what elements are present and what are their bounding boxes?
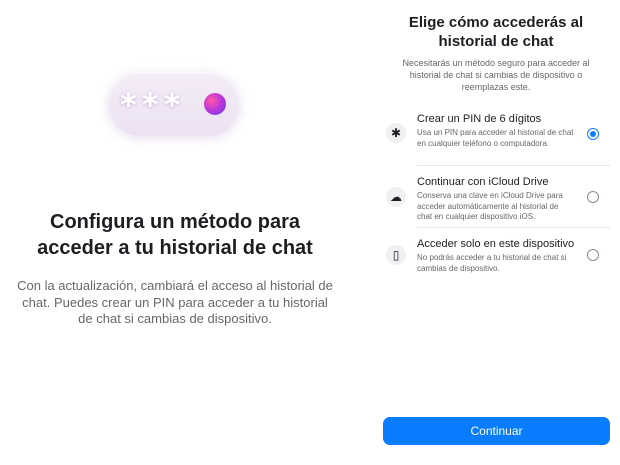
option-device-only[interactable]: ▯ Acceder solo en este dispositivo No po… (380, 236, 612, 276)
messenger-gradient-dot-icon (204, 93, 226, 115)
divider (417, 227, 610, 228)
pin-illustration: *** (108, 72, 240, 136)
method-subtitle: Necesitarás un método seguro para accede… (402, 58, 590, 92)
option-device-only-radio[interactable] (587, 249, 599, 261)
option-pin-label: Crear un PIN de 6 dígitos (417, 113, 542, 125)
method-panel: Elige cómo accederás al historial de cha… (380, 0, 620, 465)
divider (417, 165, 610, 166)
page-description: Con la actualización, cambiará el acceso… (17, 278, 333, 326)
option-icloud-label: Continuar con iCloud Drive (417, 176, 549, 188)
option-device-only-label: Acceder solo en este dispositivo (417, 238, 575, 250)
page-title: Configura un método para acceder a tu hi… (37, 211, 313, 259)
cloud-upload-icon: ☁ (386, 187, 406, 207)
continue-button[interactable]: Continuar (383, 417, 610, 445)
option-pin[interactable]: ✱ Crear un PIN de 6 dígitos Usa un PIN p… (380, 111, 612, 161)
option-device-only-description: No podrás acceder a tu historial de chat… (417, 253, 567, 273)
option-icloud[interactable]: ☁ Continuar con iCloud Drive Conserva un… (380, 174, 612, 224)
phone-icon: ▯ (386, 245, 406, 265)
option-pin-description: Usa un PIN para acceder al historial de … (417, 128, 574, 148)
method-title: Elige cómo accederás al historial de cha… (408, 14, 584, 50)
pin-asterisks: *** (120, 86, 186, 124)
option-icloud-radio[interactable] (587, 191, 599, 203)
option-pin-radio[interactable] (587, 128, 599, 140)
asterisk-icon: ✱ (386, 123, 406, 143)
option-icloud-description: Conserva una clave en iCloud Drive para … (417, 191, 563, 221)
intro-panel: *** Configura un método para acceder a t… (0, 0, 350, 465)
